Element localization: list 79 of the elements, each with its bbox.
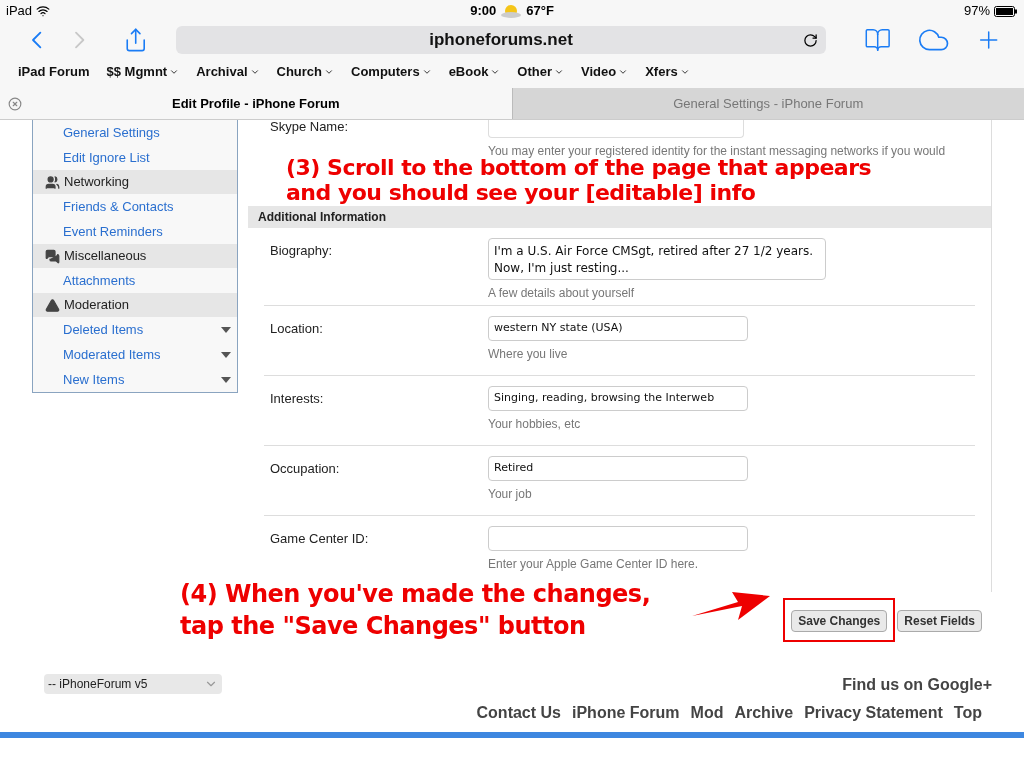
chevron-icon — [249, 67, 260, 77]
field-hint: Enter your Apple Game Center ID here. — [488, 556, 700, 573]
battery-icon — [994, 5, 1018, 17]
field-hint: Your job — [488, 486, 533, 503]
footer-link[interactable]: Privacy Statement — [804, 701, 943, 725]
device-name: iPad — [6, 2, 33, 21]
bookmark-item[interactable]: Computers — [351, 62, 432, 82]
bookmark-item[interactable]: Xfers — [645, 62, 690, 82]
clock: 9:00 — [470, 2, 497, 21]
wifi-icon — [36, 4, 51, 18]
bookmark-item[interactable]: Video — [581, 62, 629, 82]
bookmark-item[interactable]: Archival — [196, 62, 260, 82]
form-button[interactable]: Reset Fields — [897, 610, 982, 632]
section-icon — [45, 248, 60, 264]
arrow-icon — [692, 590, 770, 622]
sidebar-link[interactable]: Moderated Items — [33, 342, 237, 367]
field-hint: A few details about yourself — [488, 285, 636, 302]
sidebar-link[interactable]: Deleted Items — [33, 317, 237, 342]
chevron-icon — [618, 67, 629, 77]
style-select[interactable]: -- iPhoneForum v5 — [44, 674, 222, 694]
browser-tab[interactable]: Edit Profile - iPhone Forum — [0, 88, 512, 119]
footer-link[interactable]: iPhone Forum — [572, 701, 680, 725]
google-plus-link[interactable]: Find us on Google+ — [842, 673, 992, 697]
field-label: Interests: — [270, 391, 324, 406]
footer-link[interactable]: Mod — [690, 701, 724, 725]
text-field[interactable] — [488, 120, 744, 138]
chevron-icon — [490, 67, 501, 77]
bookmark-item[interactable]: $$ Mgmnt — [106, 62, 180, 82]
sidebar-link[interactable]: Friends & Contacts — [33, 194, 237, 219]
section-icon — [45, 297, 60, 313]
chevron-icon — [554, 67, 565, 77]
dropdown-caret-icon[interactable] — [221, 351, 231, 358]
section-header: Additional Information — [248, 206, 991, 228]
field-hint: Your hobbies, etc — [488, 416, 582, 433]
battery-level: 97% — [964, 2, 990, 21]
field-label: Occupation: — [270, 461, 340, 476]
annotation-text: tap the "Save Changes" button — [180, 611, 587, 642]
field-hint: Where you live — [488, 346, 569, 363]
form-button[interactable]: Save Changes — [791, 610, 888, 632]
close-icon[interactable] — [8, 96, 22, 111]
footer-link[interactable]: Archive — [734, 701, 794, 725]
sidebar-section-header: Miscellaneous — [33, 244, 237, 268]
chevron-icon — [324, 67, 334, 77]
annotation-text: (4) When you've made the changes, — [180, 579, 651, 610]
text-field[interactable]: Retired — [488, 456, 748, 481]
text-area[interactable]: I'm a U.S. Air Force CMSgt, retired after 27 1/2 years. Now, I'm just resting... — [488, 238, 826, 280]
bookmark-item[interactable]: iPad Forum — [18, 62, 90, 82]
chevron-icon — [421, 67, 432, 77]
field-label: Game Center ID: — [270, 531, 369, 546]
field-label: Skype Name: — [270, 119, 349, 134]
footer-link[interactable]: Top — [953, 701, 982, 725]
temperature: 67°F — [526, 2, 554, 21]
bookmark-item[interactable]: Church — [276, 62, 334, 82]
address-bar[interactable]: iphoneforums.net — [176, 26, 826, 54]
text-field[interactable]: Singing, reading, browsing the Interweb — [488, 386, 748, 411]
sidebar-link[interactable]: General Settings — [33, 120, 237, 145]
field-label: Biography: — [270, 243, 333, 258]
reload-icon[interactable] — [802, 32, 818, 48]
dropdown-caret-icon[interactable] — [221, 376, 231, 383]
dropdown-caret-icon[interactable] — [221, 326, 231, 333]
field-hint: You may enter your registered identity for the instant messaging networks if you would — [488, 143, 946, 158]
text-field[interactable] — [488, 526, 748, 551]
sidebar-link[interactable]: Event Reminders — [33, 219, 237, 244]
sidebar-link[interactable]: Attachments — [33, 268, 237, 293]
bookmark-item[interactable]: Other — [517, 62, 565, 82]
sidebar-link[interactable]: Edit Ignore List — [33, 145, 237, 170]
footer-link[interactable]: Contact Us — [476, 701, 561, 725]
bookmarks-button[interactable] — [863, 26, 892, 54]
chevron-icon — [679, 67, 690, 77]
sidebar-section-header: Moderation — [33, 293, 237, 317]
section-icon — [45, 174, 60, 190]
bookmark-item[interactable]: eBook — [448, 62, 501, 82]
text-field[interactable]: western NY state (USA) — [488, 316, 748, 341]
sidebar-section-header: Networking — [33, 170, 237, 194]
annotation-text: and you should see your [editable] info — [286, 180, 757, 205]
sidebar-link[interactable]: New Items — [33, 367, 237, 392]
chevron-icon — [169, 67, 180, 77]
sun-cloud-icon — [500, 4, 523, 18]
field-label: Location: — [270, 321, 323, 336]
